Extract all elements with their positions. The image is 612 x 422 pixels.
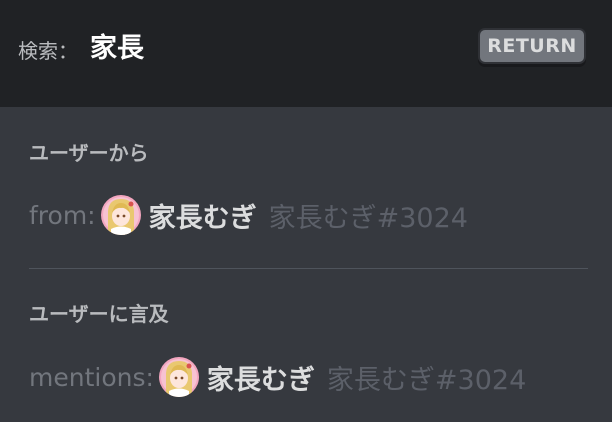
search-option-from-user[interactable]: from: 家長むぎ 家長むぎ#3024 xyxy=(29,193,468,237)
from-prefix: from: xyxy=(29,200,96,230)
section-title-mentions: ユーザーに言及 xyxy=(29,302,169,326)
search-label: 検索： xyxy=(18,39,78,63)
avatar xyxy=(100,195,141,235)
section-divider xyxy=(29,268,588,269)
mentions-prefix: mentions: xyxy=(29,362,154,392)
user-display-name: 家長むぎ xyxy=(206,364,315,396)
avatar xyxy=(158,357,199,397)
search-header: 検索： 家長 RETURN xyxy=(0,0,612,107)
section-title-from-user: ユーザーから xyxy=(29,141,149,165)
search-query[interactable]: 家長 xyxy=(90,33,144,65)
user-display-name: 家長むぎ xyxy=(148,202,257,234)
return-button[interactable]: RETURN xyxy=(478,28,586,64)
user-tag: 家長むぎ#3024 xyxy=(326,364,527,396)
user-tag: 家長むぎ#3024 xyxy=(268,202,468,234)
search-option-mentions[interactable]: mentions: 家長むぎ 家長むぎ#3024 xyxy=(29,355,526,399)
